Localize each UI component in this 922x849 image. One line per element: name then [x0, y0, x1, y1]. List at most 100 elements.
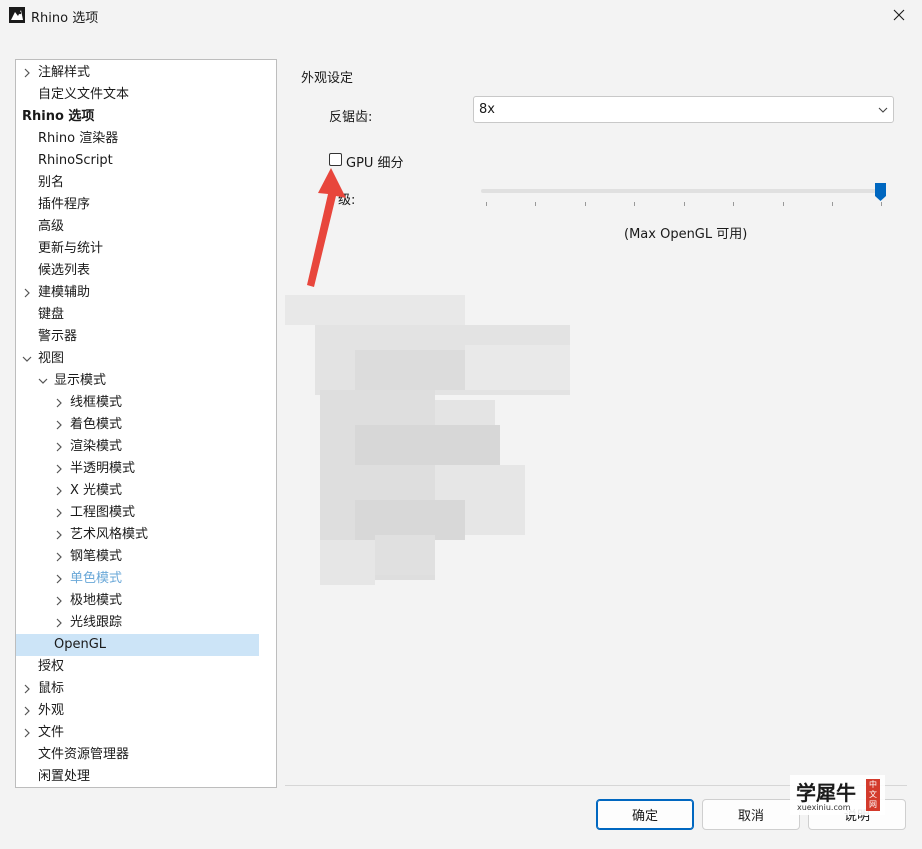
- tree-item-label: 候选列表: [38, 263, 91, 278]
- close-button[interactable]: [884, 2, 914, 28]
- tree-item[interactable]: 文件: [16, 722, 259, 744]
- tree-item-label: 更新与统计: [38, 241, 104, 256]
- tree-item-label: 鼠标: [38, 681, 65, 696]
- tree-item-label: 文件: [38, 725, 65, 740]
- rhino-app-icon: [9, 7, 25, 23]
- chevron-right-icon[interactable]: [54, 552, 64, 562]
- redacted-image: [285, 295, 570, 585]
- antialias-label: 反锯齿:: [329, 110, 373, 125]
- tree-item[interactable]: 单色模式: [16, 568, 259, 590]
- chevron-right-icon[interactable]: [54, 442, 64, 452]
- tree-item-label: 别名: [38, 175, 65, 190]
- tree-item[interactable]: 视图: [16, 348, 259, 370]
- slider-tick: [486, 202, 487, 206]
- tree-item-label: 光线跟踪: [70, 615, 123, 630]
- tree-item[interactable]: 着色模式: [16, 414, 259, 436]
- tree-item-label: 视图: [38, 351, 65, 366]
- tree-item-label: 艺术风格模式: [70, 527, 149, 542]
- tree-item-label: 插件程序: [38, 197, 91, 212]
- tree-item[interactable]: 注解样式: [16, 62, 259, 84]
- tree-item[interactable]: 警示器: [16, 326, 259, 348]
- tree-item-label: 半透明模式: [70, 461, 136, 476]
- chevron-right-icon[interactable]: [22, 288, 32, 298]
- tree-item-label: Rhino 渲染器: [38, 131, 119, 146]
- watermark-title: 学犀牛: [796, 781, 856, 805]
- tree-item[interactable]: 建模辅助: [16, 282, 259, 304]
- antialias-value: 8x: [479, 102, 495, 117]
- tree-item[interactable]: 工程图模式: [16, 502, 259, 524]
- chevron-down-icon[interactable]: [38, 376, 48, 386]
- chevron-right-icon[interactable]: [22, 706, 32, 716]
- chevron-right-icon[interactable]: [54, 398, 64, 408]
- slider-tick: [535, 202, 536, 206]
- gpu-tessellation-label: GPU 细分: [346, 156, 404, 171]
- chevron-right-icon[interactable]: [22, 728, 32, 738]
- chevron-right-icon[interactable]: [54, 530, 64, 540]
- tree-item[interactable]: 艺术风格模式: [16, 524, 259, 546]
- chevron-right-icon[interactable]: [54, 574, 64, 584]
- tree-item[interactable]: 授权: [16, 656, 259, 678]
- chevron-right-icon[interactable]: [54, 486, 64, 496]
- tree-item-label: OpenGL: [54, 637, 107, 652]
- tree-item[interactable]: Rhino 渲染器: [16, 128, 259, 150]
- ok-button[interactable]: 确定: [596, 799, 694, 830]
- tree-item[interactable]: OpenGL: [16, 634, 259, 656]
- tree-item[interactable]: 显示模式: [16, 370, 259, 392]
- options-tree[interactable]: 注解样式自定义文件文本 Rhino 选项 Rhino 渲染器 RhinoScript 别…: [15, 59, 277, 788]
- tree-item-label: 显示模式: [54, 373, 107, 388]
- watermark-seal: 中文网: [866, 779, 880, 811]
- tree-item[interactable]: 钢笔模式: [16, 546, 259, 568]
- tree-item[interactable]: 光线跟踪: [16, 612, 259, 634]
- cancel-button[interactable]: 取消: [702, 799, 800, 830]
- level-slider-thumb[interactable]: [874, 182, 887, 202]
- chevron-down-icon[interactable]: [22, 354, 32, 364]
- slider-tick: [733, 202, 734, 206]
- annotation-arrow-icon: [307, 168, 346, 287]
- tree-item[interactable]: 键盘: [16, 304, 259, 326]
- tree-item[interactable]: 插件程序: [16, 194, 259, 216]
- chevron-right-icon[interactable]: [54, 508, 64, 518]
- tree-item[interactable]: 渲染模式: [16, 436, 259, 458]
- tree-item[interactable]: 半透明模式: [16, 458, 259, 480]
- tree-item[interactable]: 极地模式: [16, 590, 259, 612]
- chevron-right-icon[interactable]: [54, 420, 64, 430]
- chevron-down-icon: [878, 107, 888, 113]
- slider-tick: [783, 202, 784, 206]
- tree-item[interactable]: 别名: [16, 172, 259, 194]
- tree-item[interactable]: 更新与统计: [16, 238, 259, 260]
- tree-item-label: 警示器: [38, 329, 78, 344]
- chevron-right-icon[interactable]: [54, 618, 64, 628]
- tree-item[interactable]: Rhino 选项: [16, 106, 259, 128]
- chevron-right-icon[interactable]: [22, 684, 32, 694]
- tree-item[interactable]: 候选列表: [16, 260, 259, 282]
- tree-item-label: RhinoScript: [38, 153, 113, 168]
- tree-item[interactable]: 线框模式: [16, 392, 259, 414]
- tree-item[interactable]: X 光模式: [16, 480, 259, 502]
- tree-item[interactable]: 鼠标: [16, 678, 259, 700]
- tree-item-label: Rhino 选项: [22, 109, 95, 124]
- tree-item-label: 建模辅助: [38, 285, 91, 300]
- tree-item-label: 文件资源管理器: [38, 747, 130, 762]
- tree-item-label: 单色模式: [70, 571, 123, 586]
- chevron-right-icon[interactable]: [54, 464, 64, 474]
- tree-item[interactable]: 文件资源管理器: [16, 744, 259, 766]
- watermark-url: xuexiniu.com: [797, 803, 851, 812]
- tree-item[interactable]: 自定义文件文本: [16, 84, 259, 106]
- chevron-right-icon[interactable]: [54, 596, 64, 606]
- tree-item[interactable]: RhinoScript: [16, 150, 259, 172]
- tree-item-label: 钢笔模式: [70, 549, 123, 564]
- tree-item-label: 自定义文件文本: [38, 87, 130, 102]
- tree-item-label: 键盘: [38, 307, 65, 322]
- tree-item[interactable]: 闲置处理: [16, 766, 259, 787]
- tree-item[interactable]: 高级: [16, 216, 259, 238]
- antialias-select[interactable]: 8x: [473, 96, 894, 123]
- tree-item-label: 工程图模式: [70, 505, 136, 520]
- tree-item-label: 极地模式: [70, 593, 123, 608]
- close-icon: [893, 9, 905, 21]
- chevron-right-icon[interactable]: [22, 68, 32, 78]
- slider-tick: [684, 202, 685, 206]
- tree-item[interactable]: 外观: [16, 700, 259, 722]
- slider-tick: [881, 202, 882, 206]
- level-slider[interactable]: [481, 189, 885, 193]
- tree-item-label: 授权: [38, 659, 65, 674]
